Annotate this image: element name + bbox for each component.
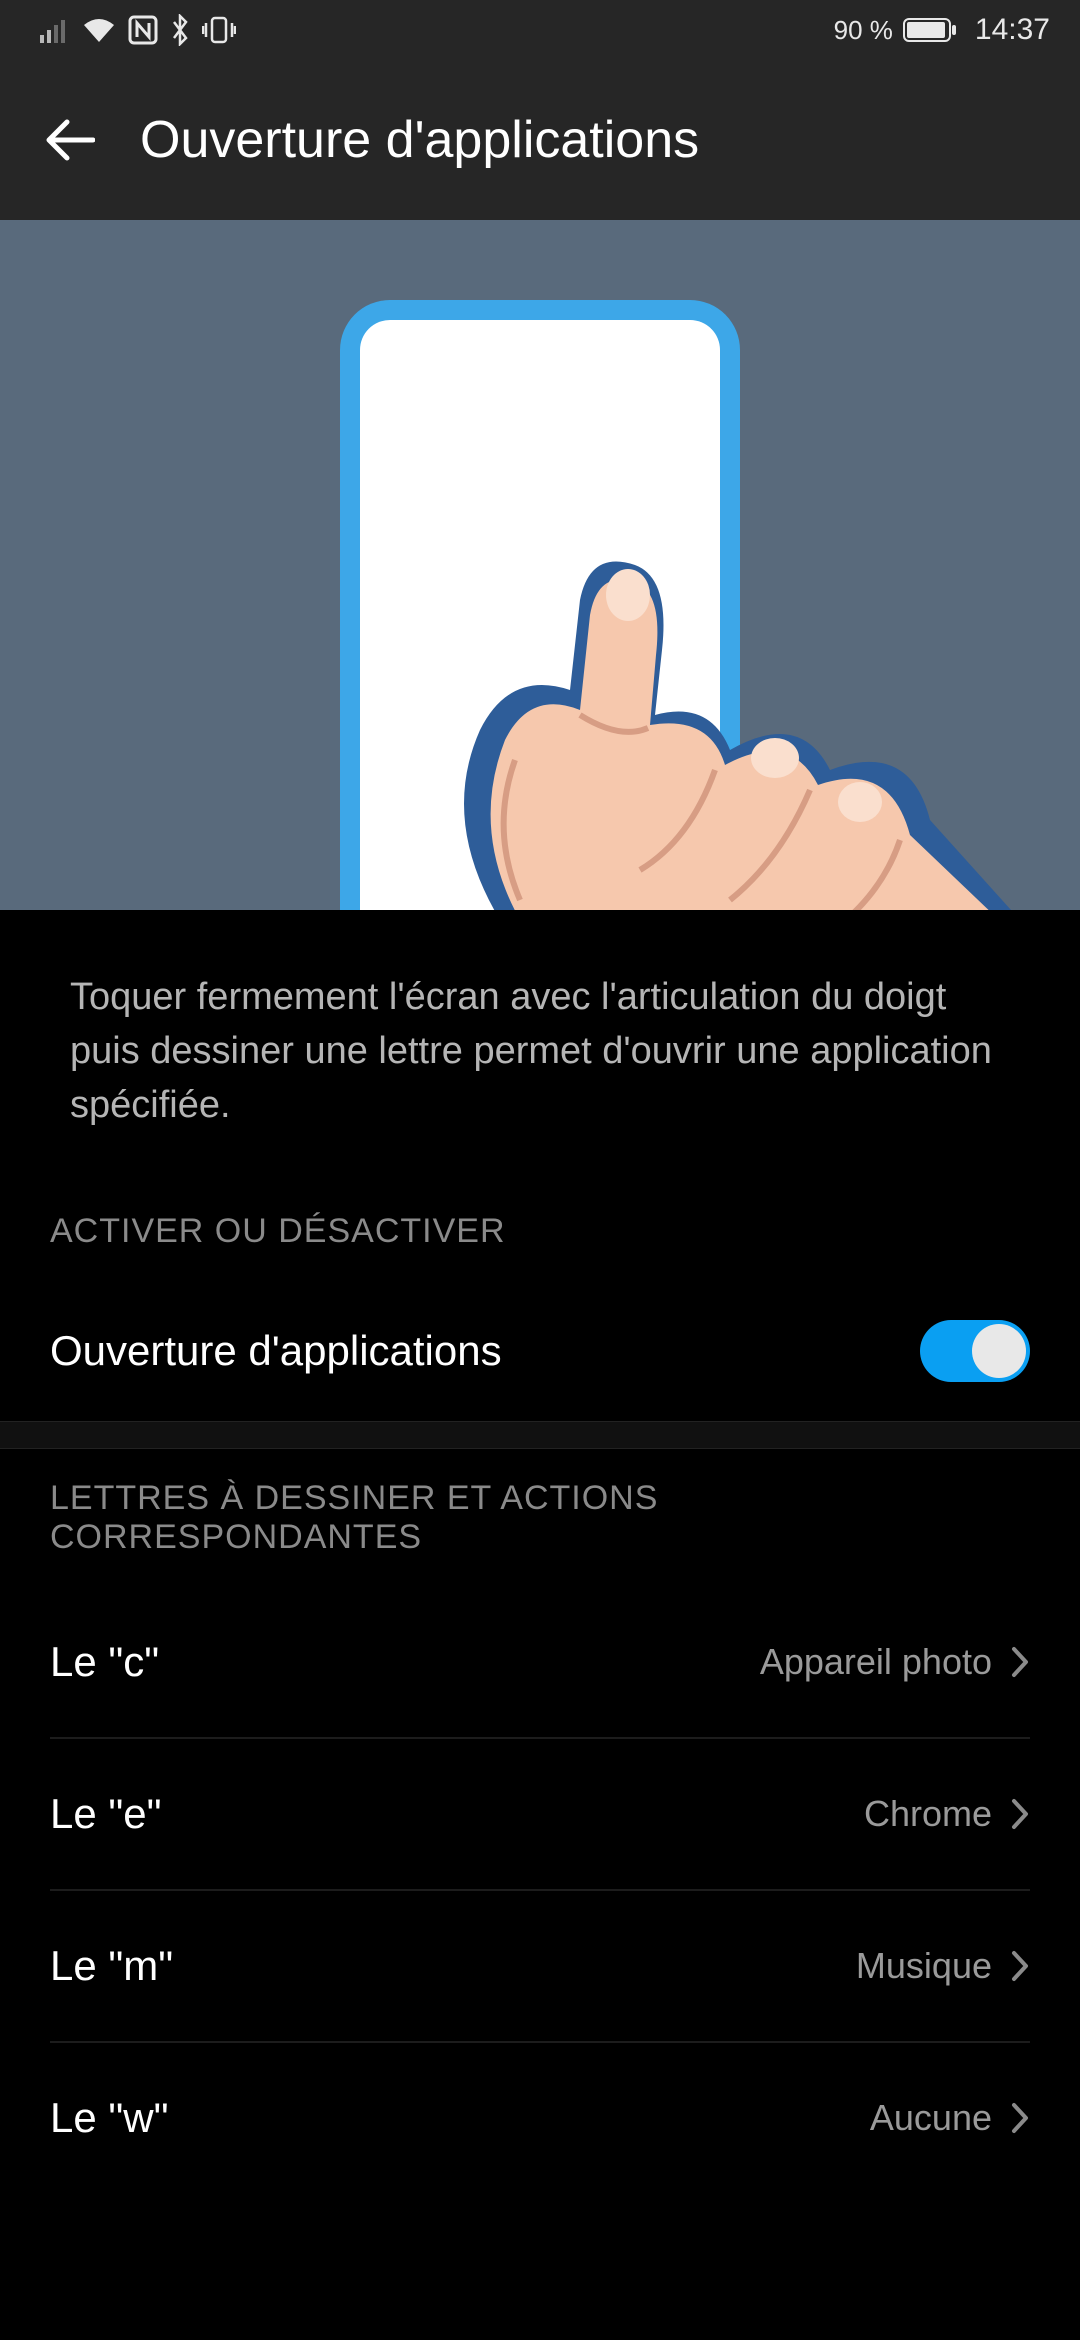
toggle-label: Ouverture d'applications (50, 1327, 502, 1375)
letter-value: Chrome (864, 1793, 1030, 1835)
arrow-left-icon (45, 118, 95, 162)
section-header-letters: LETTRES À DESSINER ET ACTIONS CORRESPOND… (0, 1449, 1080, 1587)
battery-percent: 90 % (834, 15, 893, 46)
letter-label: Le "w" (50, 2094, 169, 2142)
back-button[interactable] (40, 110, 100, 170)
status-left (40, 14, 236, 46)
letter-label: Le "m" (50, 1942, 173, 1990)
section-header-toggle: ACTIVER OU DÉSACTIVER (0, 1212, 1080, 1281)
letter-value-text: Aucune (870, 2097, 992, 2139)
status-bar: 90 % 14:37 (0, 0, 1080, 60)
status-right: 90 % 14:37 (834, 13, 1050, 47)
toggle-row[interactable]: Ouverture d'applications (0, 1281, 1080, 1421)
page-title: Ouverture d'applications (140, 110, 699, 170)
letter-value: Appareil photo (760, 1641, 1030, 1683)
chevron-right-icon (1010, 1797, 1030, 1831)
app-bar: Ouverture d'applications (0, 60, 1080, 220)
letter-label: Le "c" (50, 1638, 159, 1686)
clock: 14:37 (975, 13, 1050, 47)
chevron-right-icon (1010, 2101, 1030, 2135)
chevron-right-icon (1010, 1949, 1030, 1983)
letter-label: Le "e" (50, 1790, 162, 1838)
toggle-switch[interactable] (920, 1320, 1030, 1382)
wifi-icon (82, 17, 116, 43)
letter-row-w[interactable]: Le "w" Aucune (0, 2043, 1080, 2193)
bluetooth-icon (170, 14, 190, 46)
illustration-hand (380, 540, 1020, 910)
letter-row-e[interactable]: Le "e" Chrome (0, 1739, 1080, 1889)
letter-value-text: Appareil photo (760, 1641, 992, 1683)
description-text: Toquer fermement l'écran avec l'articula… (0, 910, 1080, 1212)
illustration (0, 220, 1080, 910)
section-gap (0, 1421, 1080, 1449)
letter-row-c[interactable]: Le "c" Appareil photo (0, 1587, 1080, 1737)
letter-value: Musique (856, 1945, 1030, 1987)
letter-row-m[interactable]: Le "m" Musique (0, 1891, 1080, 2041)
battery-icon (903, 17, 957, 43)
nfc-icon (128, 15, 158, 45)
letter-list: Le "c" Appareil photo Le "e" Chrome Le "… (0, 1587, 1080, 2193)
letter-value-text: Musique (856, 1945, 992, 1987)
chevron-right-icon (1010, 1645, 1030, 1679)
letter-value-text: Chrome (864, 1793, 992, 1835)
vibrate-icon (202, 15, 236, 45)
signal-icon (40, 17, 70, 43)
toggle-knob (972, 1324, 1026, 1378)
letter-value: Aucune (870, 2097, 1030, 2139)
